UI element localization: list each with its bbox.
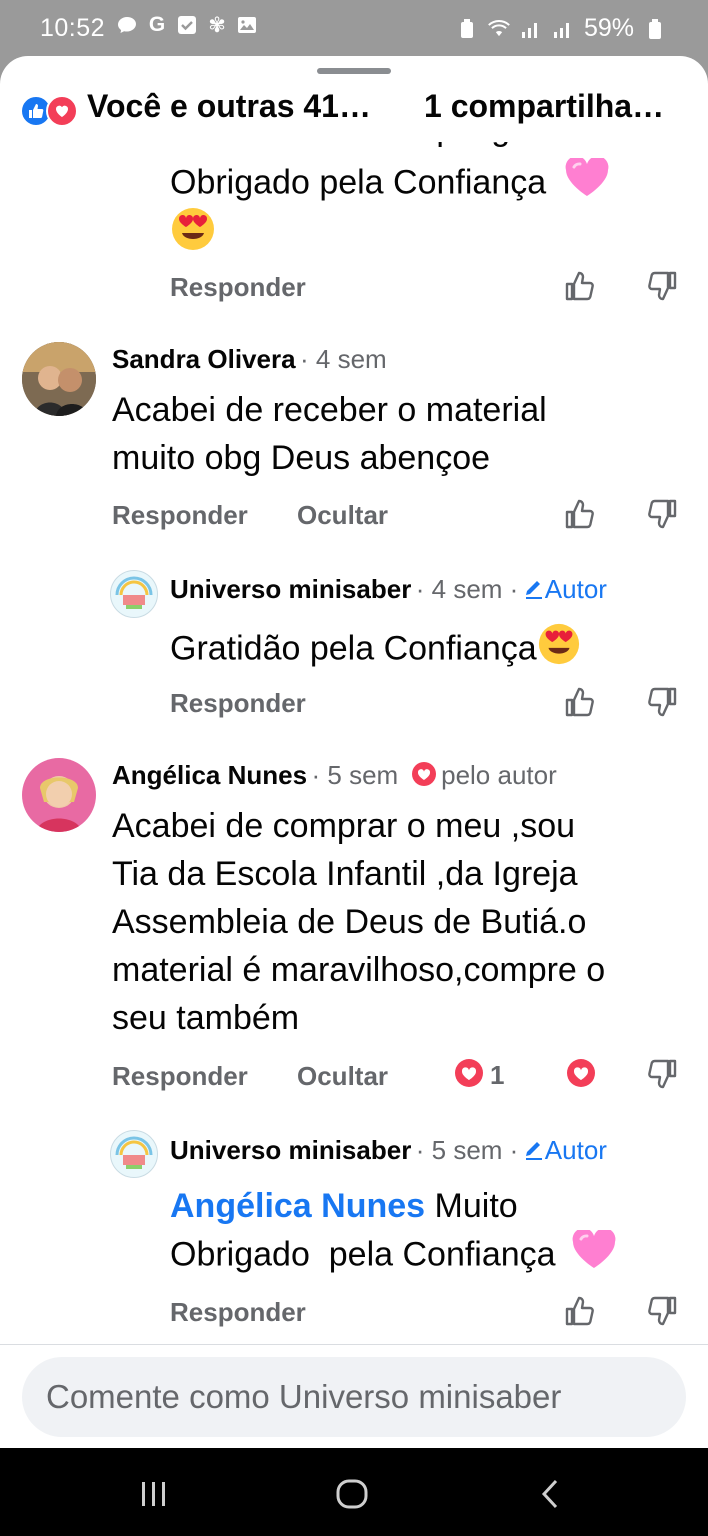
reply-button[interactable]: Responder bbox=[170, 272, 306, 303]
comment-text-line: muito obg Deus abençoe bbox=[112, 439, 491, 477]
comment-body: Acabei de receber o material muito obg D… bbox=[112, 386, 547, 482]
drag-handle[interactable] bbox=[317, 68, 391, 74]
reply-button[interactable]: Responder bbox=[112, 500, 248, 531]
battery-percent: 59% bbox=[583, 14, 634, 42]
recent-apps-button[interactable] bbox=[124, 1474, 184, 1514]
comment-time: · 5 sem bbox=[311, 760, 399, 790]
hide-button[interactable]: Ocultar bbox=[297, 1061, 388, 1092]
system-navigation-bar bbox=[0, 1448, 708, 1536]
message-icon bbox=[116, 14, 138, 36]
like-icon[interactable] bbox=[564, 270, 596, 307]
reaction-count-number: 1 bbox=[490, 1060, 505, 1090]
dislike-icon[interactable] bbox=[646, 1295, 678, 1332]
comment-author[interactable]: Sandra Olivera bbox=[112, 344, 296, 374]
avatar[interactable] bbox=[22, 758, 96, 832]
gallery-icon bbox=[236, 14, 258, 36]
reaction-icons bbox=[20, 92, 82, 127]
partial-comment-body: Obrigado pela Confiança bbox=[170, 163, 547, 202]
battery-saver-icon bbox=[456, 18, 478, 40]
status-notification-icons: G ✾ bbox=[116, 13, 258, 37]
reply-author[interactable]: Universo minisaber bbox=[170, 1135, 411, 1165]
comment-author[interactable]: Angélica Nunes bbox=[112, 760, 307, 790]
google-icon: G bbox=[148, 13, 166, 36]
reply-text: Obrigado pela Confiança bbox=[170, 1235, 556, 1274]
page-avatar[interactable] bbox=[110, 1130, 158, 1178]
reply-time: · 5 sem · bbox=[415, 1135, 519, 1165]
pink-heart-icon bbox=[564, 156, 610, 211]
hide-button[interactable]: Ocultar bbox=[297, 500, 388, 531]
comment-text-line: Acabei de comprar o meu ,sou bbox=[112, 807, 576, 845]
author-badge: Autor bbox=[523, 1135, 607, 1165]
comment-text-line: Assembleia de Deus de Butiá.o bbox=[112, 903, 587, 941]
reply-body: Gratidão pela Confiança bbox=[170, 622, 581, 679]
loved-by-author-icon bbox=[411, 761, 437, 792]
partial-comment-text: Obrigado pela Confiança bbox=[170, 156, 610, 211]
author-badge: Autor bbox=[523, 574, 607, 604]
comments-sheet: Você e outras 41… 1 compartilha… Ficamos… bbox=[0, 56, 708, 1448]
author-badge-label: Autor bbox=[544, 574, 607, 604]
love-reacted-icon[interactable] bbox=[566, 1058, 596, 1093]
pink-heart-icon bbox=[571, 1228, 617, 1283]
heart-eyes-icon bbox=[537, 622, 581, 679]
comment-header: Angélica Nunes · 5 sem pelo autor bbox=[112, 760, 557, 792]
reply-button[interactable]: Responder bbox=[170, 688, 306, 719]
reply-button[interactable]: Responder bbox=[112, 1061, 248, 1092]
dislike-icon[interactable] bbox=[646, 270, 678, 307]
dislike-icon[interactable] bbox=[646, 686, 678, 723]
comment-text-line: seu também bbox=[112, 999, 300, 1037]
comment-text-line: Tia da Escola Infantil ,da Igreja bbox=[112, 855, 578, 893]
wifi-icon bbox=[488, 18, 510, 40]
mention-link[interactable]: Angélica Nunes bbox=[170, 1187, 425, 1225]
reaction-summary-bar[interactable]: Você e outras 41… 1 compartilha… bbox=[0, 84, 708, 142]
comment-input[interactable] bbox=[22, 1357, 686, 1437]
reply-body: Angélica Nunes Muito Obrigado pela Confi… bbox=[170, 1182, 617, 1283]
heart-eyes-icon bbox=[170, 206, 216, 257]
status-system-icons: 59% bbox=[456, 14, 666, 43]
reply-text: Muito bbox=[434, 1187, 518, 1225]
page-avatar[interactable] bbox=[110, 570, 158, 618]
reply-text-line: Obrigado pela Confiança bbox=[170, 1228, 617, 1283]
reply-header: Universo minisaber · 5 sem · Autor bbox=[170, 1135, 607, 1166]
reaction-count[interactable]: 1 bbox=[454, 1058, 504, 1093]
reply-text: Gratidão pela Confiança bbox=[170, 629, 537, 668]
like-icon[interactable] bbox=[564, 498, 596, 535]
comment-body: Acabei de comprar o meu ,sou Tia da Esco… bbox=[112, 802, 605, 1042]
reply-time: · 4 sem · bbox=[415, 574, 519, 604]
back-button[interactable] bbox=[520, 1474, 580, 1514]
reply-button[interactable]: Responder bbox=[170, 1297, 306, 1328]
dislike-icon[interactable] bbox=[646, 498, 678, 535]
like-icon[interactable] bbox=[564, 1295, 596, 1332]
avatar[interactable] bbox=[22, 342, 96, 416]
battery-icon bbox=[644, 18, 666, 40]
signal-icon bbox=[552, 18, 574, 40]
love-reaction-icon bbox=[454, 1058, 484, 1093]
reply-header: Universo minisaber · 4 sem · Autor bbox=[170, 574, 607, 605]
status-time: 10:52 bbox=[40, 14, 106, 42]
flower-icon: ✾ bbox=[208, 13, 226, 37]
comment-text-line: material é maravilhoso,compre o bbox=[112, 951, 606, 989]
loved-by-text: pelo autor bbox=[441, 760, 557, 790]
home-button[interactable] bbox=[322, 1474, 382, 1514]
comment-header: Sandra Olivera · 4 sem bbox=[112, 344, 387, 375]
dislike-icon[interactable] bbox=[646, 1058, 678, 1095]
shares-count-text[interactable]: 1 compartilha… bbox=[424, 88, 664, 125]
reactions-count-text[interactable]: Você e outras 41… bbox=[87, 88, 371, 125]
reply-author[interactable]: Universo minisaber bbox=[170, 574, 411, 604]
author-badge-label: Autor bbox=[544, 1135, 607, 1165]
status-bar: 10:52 G ✾ 59% bbox=[0, 0, 708, 56]
comment-time: · 4 sem bbox=[300, 344, 387, 374]
signal-icon bbox=[520, 18, 542, 40]
reply-text-line: Angélica Nunes Muito bbox=[170, 1182, 617, 1230]
like-icon[interactable] bbox=[564, 686, 596, 723]
comment-text-line: Acabei de receber o material bbox=[112, 391, 547, 429]
comment-composer bbox=[0, 1344, 708, 1448]
love-reaction-icon bbox=[46, 95, 78, 127]
check-box-icon bbox=[176, 14, 198, 36]
